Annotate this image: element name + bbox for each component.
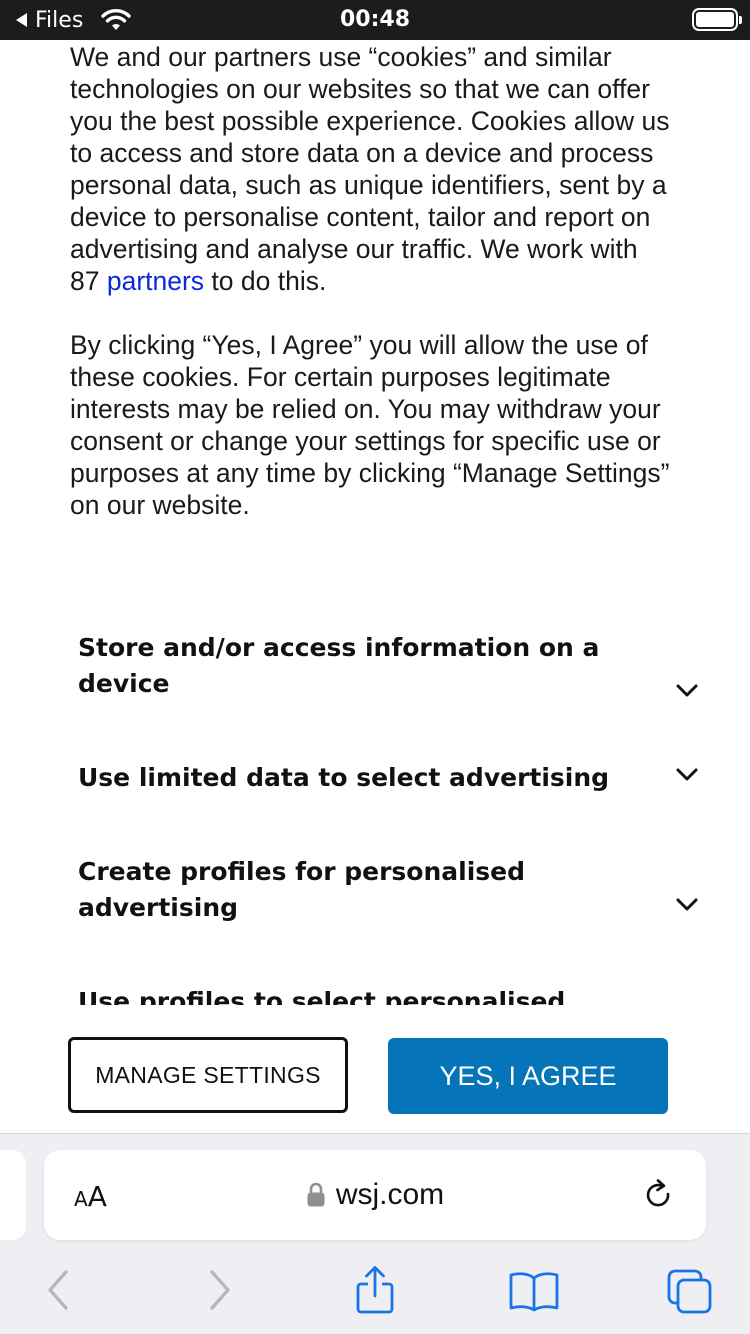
url-text: wsj.com <box>335 1178 445 1211</box>
reload-icon[interactable] <box>642 1178 676 1214</box>
browser-bottom-bar: AA wsj.com <box>0 1133 750 1334</box>
consent-paragraph-1: We and our partners use “cookies” and si… <box>70 42 670 296</box>
purpose-label: Create profiles for personalised adverti… <box>78 857 526 922</box>
chevron-down-icon[interactable] <box>676 764 698 786</box>
status-bar: Files 00:48 <box>0 0 750 40</box>
purpose-item-create-profiles[interactable]: Create profiles for personalised adverti… <box>78 854 738 926</box>
forward-icon[interactable] <box>204 1268 236 1312</box>
battery-icon <box>692 8 742 31</box>
chevron-down-icon[interactable] <box>676 680 698 702</box>
consent-paragraph-2: By clicking “Yes, I Agree” you will allo… <box>70 330 670 520</box>
agree-button[interactable]: YES, I AGREE <box>388 1038 668 1114</box>
purpose-label: Use profiles to select personalised adve… <box>78 987 566 1005</box>
previous-tab-peek[interactable] <box>0 1150 26 1240</box>
purpose-item-limited-data[interactable]: Use limited data to select advertising <box>78 760 738 796</box>
purpose-item-store-access[interactable]: Store and/or access information on a dev… <box>78 630 738 702</box>
back-icon[interactable] <box>42 1268 74 1312</box>
chevron-down-icon[interactable] <box>676 894 698 916</box>
manage-settings-button[interactable]: MANAGE SETTINGS <box>68 1037 348 1113</box>
bookmarks-icon[interactable] <box>508 1270 560 1312</box>
address-bar[interactable]: AA wsj.com <box>44 1150 706 1240</box>
partners-link[interactable]: partners <box>107 266 204 296</box>
status-time: 00:48 <box>339 7 411 32</box>
url-display[interactable]: wsj.com <box>44 1150 706 1240</box>
purpose-label: Use limited data to select advertising <box>78 763 610 792</box>
purposes-list: Store and/or access information on a dev… <box>0 620 750 1005</box>
purpose-item-use-profiles[interactable]: Use profiles to select personalised adve… <box>78 984 738 1005</box>
consent-text: We and our partners use “cookies” and si… <box>70 41 670 521</box>
tabs-icon[interactable] <box>666 1268 714 1316</box>
share-icon[interactable] <box>354 1264 396 1316</box>
purpose-label: Store and/or access information on a dev… <box>78 633 600 698</box>
lock-icon <box>307 1182 325 1207</box>
